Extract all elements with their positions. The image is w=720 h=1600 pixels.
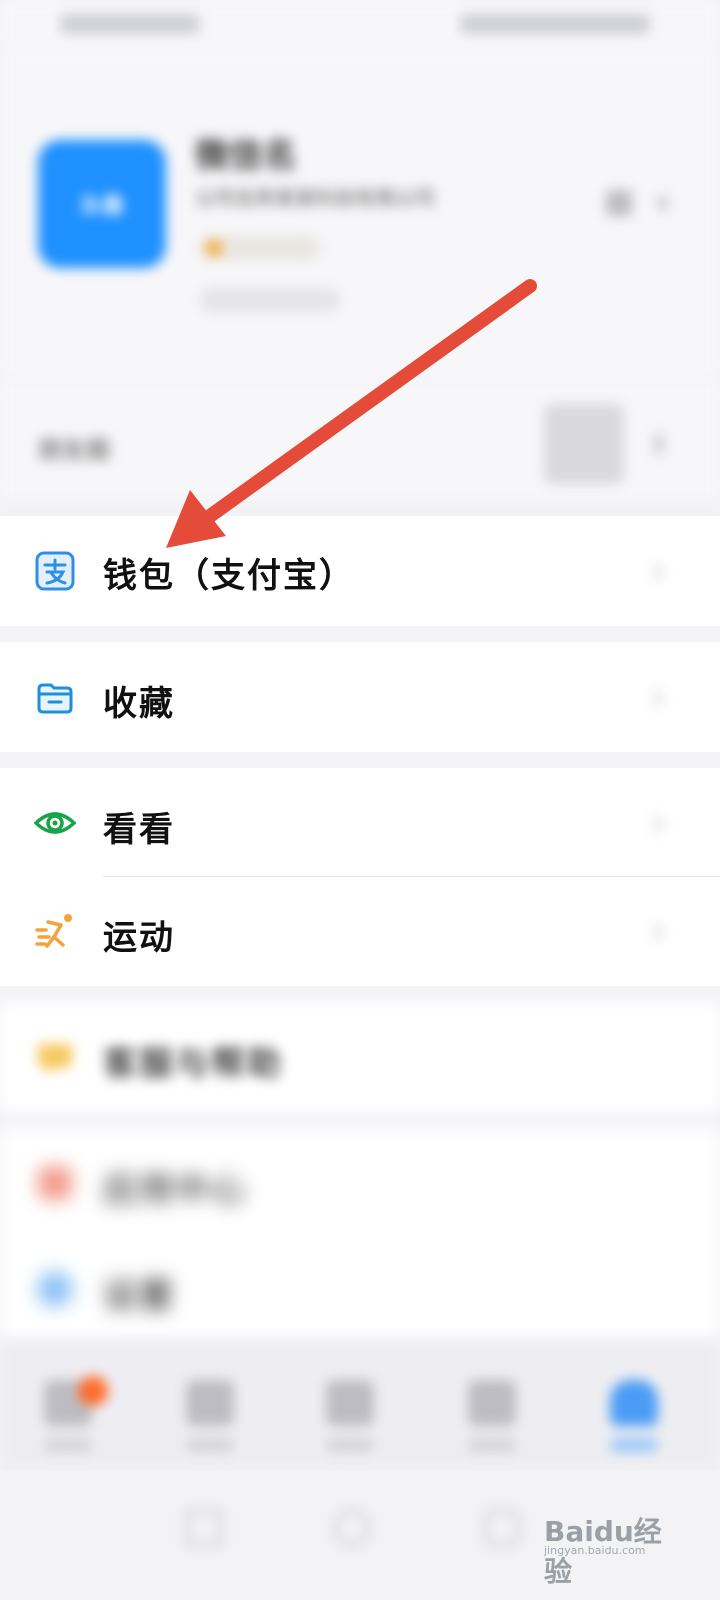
settings-icon: [34, 1268, 76, 1310]
add-status-button[interactable]: [200, 288, 340, 312]
menu-item-app-center-label: 应用中心: [103, 1170, 247, 1210]
tab-workbench[interactable]: [326, 1380, 374, 1426]
favorites-section: 收藏: [0, 642, 720, 752]
status-bar-right: [460, 14, 650, 34]
moments-thumbnail: [544, 404, 624, 484]
menu-item-support[interactable]: 客服与帮助: [0, 1002, 720, 1112]
chevron-right-icon: [652, 922, 664, 942]
recents-button[interactable]: [484, 1510, 520, 1546]
tab-contacts[interactable]: [186, 1380, 234, 1426]
divider: [103, 876, 720, 877]
menu-item-sports[interactable]: 运动: [0, 878, 720, 988]
home-button[interactable]: [334, 1510, 370, 1546]
baidu-watermark: Baidu经验 jingyan.baidu.com: [544, 1496, 684, 1588]
chevron-right-icon: [652, 562, 664, 582]
support-section: 客服与帮助: [0, 1002, 720, 1112]
avatar-text: 头像: [79, 194, 124, 219]
tab-discover-label: [468, 1438, 516, 1452]
eye-icon: [34, 802, 76, 844]
qr-code-icon[interactable]: [606, 190, 632, 216]
menu-item-settings-label: 设置: [103, 1276, 175, 1316]
wallet-icon: [34, 550, 76, 592]
menu-item-support-label: 客服与帮助: [103, 1044, 283, 1084]
menu-item-favorites[interactable]: 收藏: [0, 642, 720, 752]
tab-discover[interactable]: [468, 1380, 516, 1426]
menu-item-watch-label: 看看: [103, 810, 175, 850]
tab-me[interactable]: [610, 1380, 658, 1426]
menu-item-settings[interactable]: 设置: [0, 1238, 720, 1348]
support-icon: [34, 1036, 76, 1078]
more-section: 应用中心 设置: [0, 1128, 720, 1340]
chevron-right-icon: [658, 196, 668, 210]
badge-dot-icon: [205, 239, 223, 257]
running-icon: [34, 910, 76, 952]
profile-name: 微信名: [195, 136, 297, 176]
menu-item-wallet-label: 钱包（支付宝）: [103, 556, 355, 596]
moments-label: 朋友圈: [38, 436, 110, 464]
back-button[interactable]: [186, 1510, 222, 1546]
chevron-right-icon: [652, 814, 664, 834]
watermark-url: jingyan.baidu.com: [544, 1544, 646, 1557]
app-center-icon: [34, 1162, 76, 1204]
menu-item-favorites-label: 收藏: [103, 684, 175, 724]
menu-item-app-center[interactable]: 应用中心: [0, 1128, 720, 1238]
tab-contacts-label: [186, 1438, 234, 1452]
chevron-right-icon: [652, 688, 664, 708]
menu-item-wallet[interactable]: 钱包（支付宝）: [0, 516, 720, 626]
discover-section: 看看 运动: [0, 768, 720, 986]
tab-chats-label: [44, 1438, 92, 1452]
menu-item-sports-label: 运动: [103, 918, 175, 958]
chevron-right-icon: [654, 434, 664, 454]
menu-item-watch[interactable]: 看看: [0, 768, 720, 878]
tab-workbench-label: [326, 1438, 374, 1452]
wallet-section: 钱包（支付宝）: [0, 516, 720, 626]
unread-badge: [78, 1376, 108, 1406]
profile-company: 公司名称某某科技有限公司: [195, 186, 435, 210]
tab-me-label: [610, 1438, 658, 1452]
avatar[interactable]: 头像: [38, 140, 166, 268]
status-bar: [0, 0, 720, 50]
favorites-icon: [34, 676, 76, 718]
status-bar-left: [60, 14, 200, 34]
